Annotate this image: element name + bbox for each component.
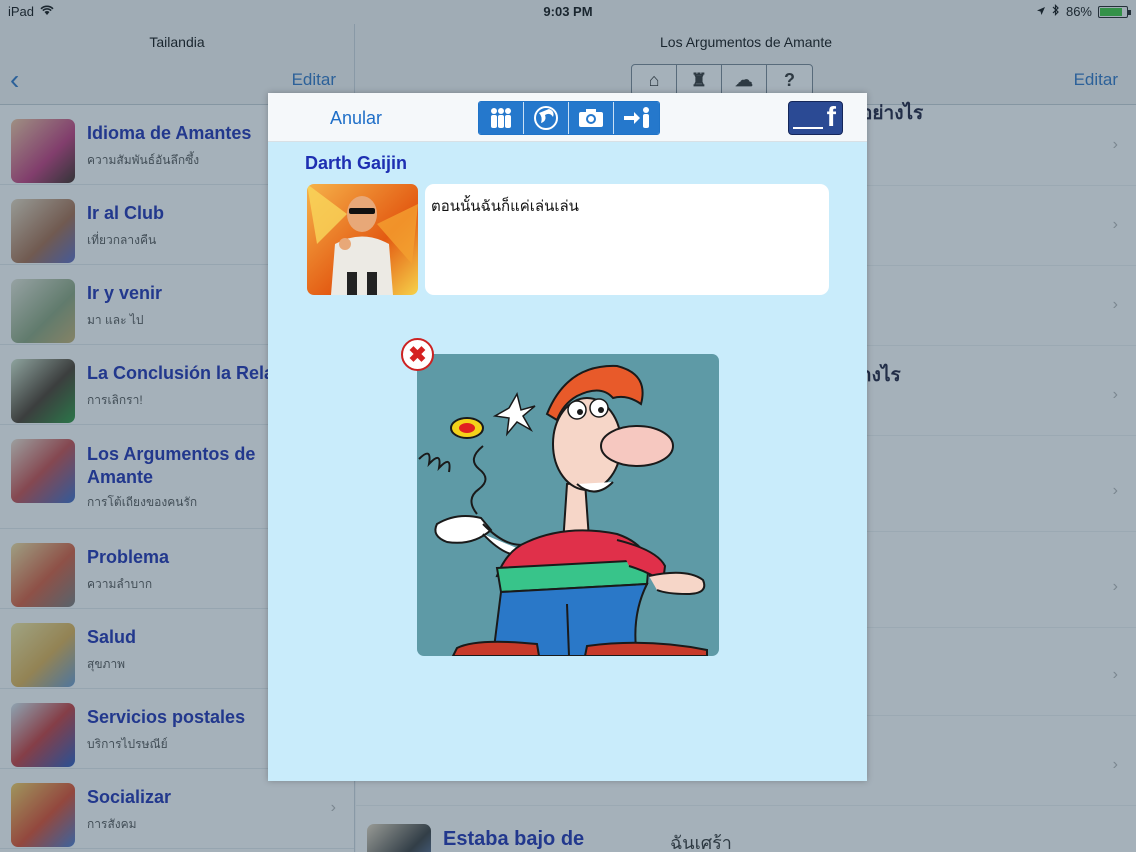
avatar	[307, 184, 418, 295]
compose-modal: Anular f Darth Gaijin ตอนนั้นฉันก็แค่เล่…	[268, 93, 867, 781]
cancel-button[interactable]: Anular	[330, 108, 382, 129]
globe-icon[interactable]	[524, 102, 569, 134]
attachment-toolbar	[478, 101, 660, 135]
people-icon[interactable]	[479, 102, 524, 134]
facebook-share-button[interactable]: f	[788, 101, 843, 135]
modal-toolbar: Anular f	[268, 93, 867, 142]
camera-icon[interactable]	[569, 102, 614, 134]
remove-picture-close-icon[interactable]: ✖	[401, 338, 434, 371]
message-field[interactable]: ตอนนั้นฉันก็แค่เล่นเล่น	[425, 184, 829, 295]
attached-picture	[417, 354, 719, 656]
post-username: Darth Gaijin	[305, 153, 408, 173]
share-person-icon[interactable]	[614, 102, 659, 134]
message-text: ตอนนั้นฉันก็แค่เล่นเล่น	[431, 198, 579, 215]
